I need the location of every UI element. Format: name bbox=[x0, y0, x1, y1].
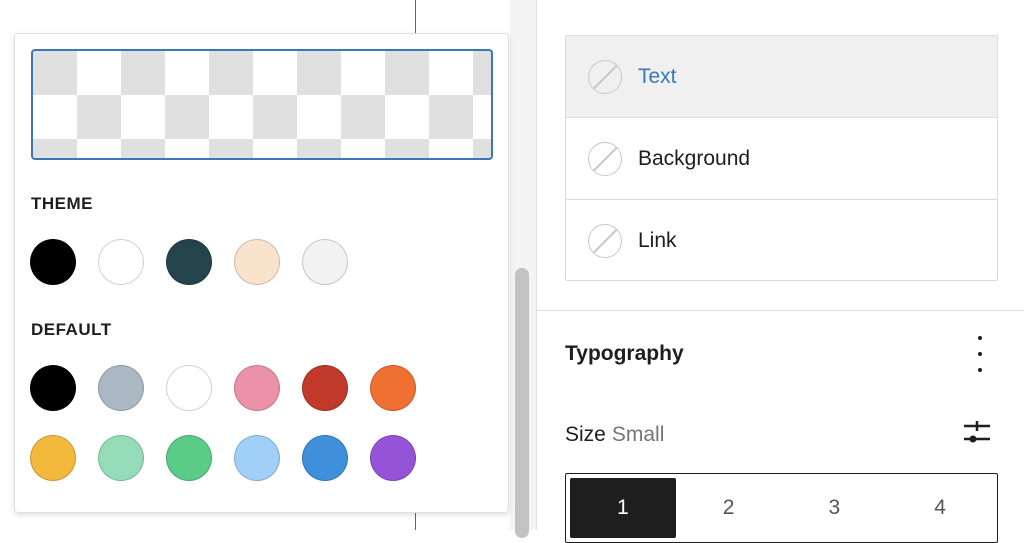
size-value: Small bbox=[611, 423, 665, 446]
panel-divider bbox=[537, 310, 1024, 311]
default-color-swatch[interactable] bbox=[370, 435, 416, 481]
color-preview-transparent[interactable] bbox=[31, 49, 493, 160]
default-color-swatch[interactable] bbox=[166, 435, 212, 481]
default-color-swatch[interactable] bbox=[302, 365, 348, 411]
default-color-swatch[interactable] bbox=[98, 365, 144, 411]
color-setting-label: Text bbox=[638, 64, 677, 88]
font-size-option-3[interactable]: 3 bbox=[782, 478, 888, 538]
font-size-picker: 1234 bbox=[565, 473, 998, 543]
theme-color-swatch[interactable] bbox=[234, 239, 280, 285]
color-setting-label: Background bbox=[638, 146, 751, 170]
default-color-swatch[interactable] bbox=[166, 365, 212, 411]
default-color-swatch[interactable] bbox=[98, 435, 144, 481]
default-color-swatch[interactable] bbox=[234, 365, 280, 411]
theme-palette-label: THEME bbox=[31, 194, 93, 213]
default-color-swatch[interactable] bbox=[30, 435, 76, 481]
custom-size-settings-icon[interactable] bbox=[960, 418, 994, 448]
font-size-option-1[interactable]: 1 bbox=[570, 478, 676, 538]
theme-color-swatch[interactable] bbox=[166, 239, 212, 285]
theme-color-swatch[interactable] bbox=[30, 239, 76, 285]
typography-title: Typography bbox=[565, 342, 684, 365]
default-color-swatch[interactable] bbox=[302, 435, 348, 481]
default-palette-row bbox=[30, 435, 416, 481]
default-color-swatch[interactable] bbox=[234, 435, 280, 481]
color-setting-text[interactable]: Text bbox=[566, 36, 997, 118]
theme-palette bbox=[30, 239, 348, 285]
no-color-icon bbox=[588, 141, 622, 176]
font-size-option-2[interactable]: 2 bbox=[676, 478, 782, 538]
scrollbar-thumb[interactable] bbox=[515, 268, 529, 538]
settings-sidebar: Text Background Link Typography Size Small … bbox=[537, 0, 1024, 543]
default-palette-row bbox=[30, 365, 416, 411]
color-setting-background[interactable]: Background bbox=[566, 118, 997, 200]
no-color-icon bbox=[588, 59, 622, 94]
theme-color-swatch[interactable] bbox=[98, 239, 144, 285]
theme-color-swatch[interactable] bbox=[302, 239, 348, 285]
default-color-swatch[interactable] bbox=[30, 365, 76, 411]
no-color-icon bbox=[588, 224, 622, 258]
color-setting-link[interactable]: Link bbox=[566, 200, 997, 282]
size-label-text: Size bbox=[565, 423, 606, 446]
color-settings-list: Text Background Link bbox=[565, 35, 998, 281]
color-picker-popover: THEME DEFAULT bbox=[14, 33, 509, 513]
default-color-swatch[interactable] bbox=[370, 365, 416, 411]
default-palette-label: DEFAULT bbox=[31, 320, 112, 339]
font-size-label: Size Small bbox=[565, 423, 664, 447]
font-size-option-4[interactable]: 4 bbox=[887, 478, 993, 538]
color-setting-label: Link bbox=[638, 229, 677, 252]
more-options-icon[interactable] bbox=[969, 336, 991, 372]
